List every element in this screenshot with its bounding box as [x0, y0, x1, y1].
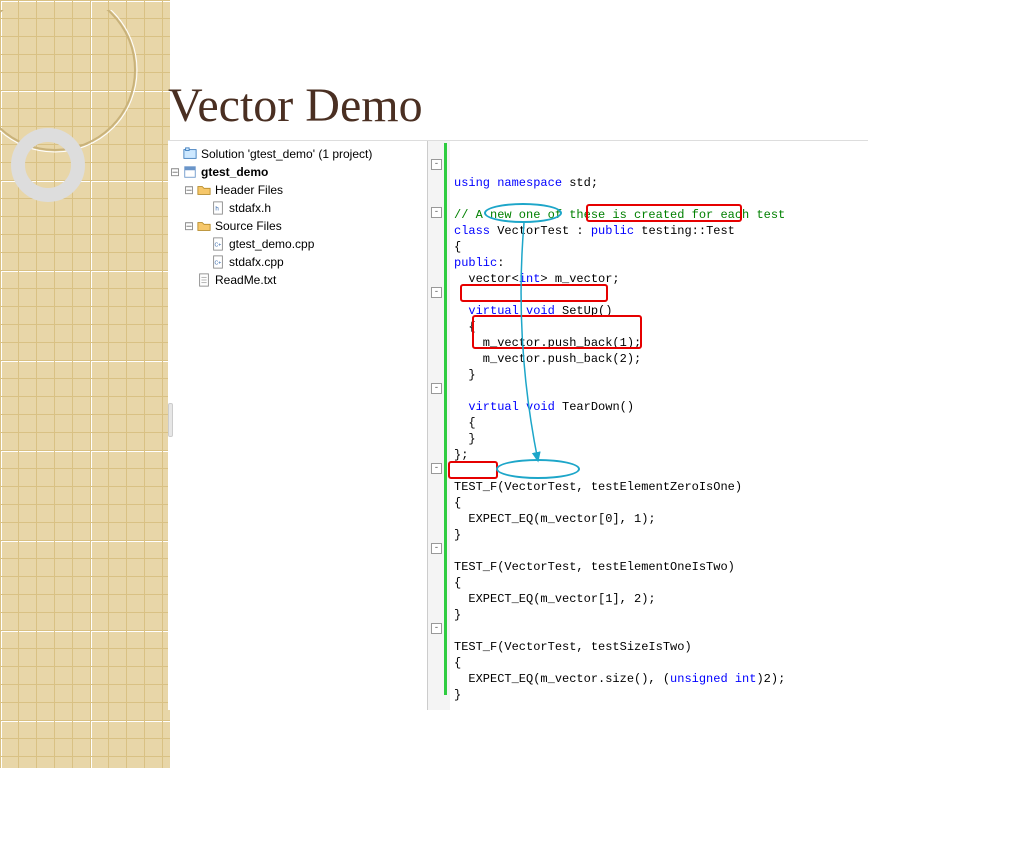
- code-line: TEST_F(VectorTest, testSizeIsTwo): [454, 640, 692, 654]
- code-line: EXPECT_EQ(m_vector.size(), (unsigned int…: [454, 672, 785, 686]
- code-line: EXPECT_EQ(m_vector[1], 2);: [454, 592, 656, 606]
- fold-toggle[interactable]: -: [431, 287, 442, 298]
- file-label: gtest_demo.cpp: [229, 237, 314, 251]
- code-line: EXPECT_EQ(m_vector[0], 1);: [454, 512, 656, 526]
- code-line: TEST_F(VectorTest, testElementOneIsTwo): [454, 560, 735, 574]
- code-line: m_vector.push_back(1);: [454, 336, 641, 350]
- solution-label: Solution 'gtest_demo' (1 project): [201, 147, 372, 161]
- code-line: {: [454, 496, 461, 510]
- code-line: {: [454, 576, 461, 590]
- code-line: };: [454, 448, 468, 462]
- ide-screenshot: Solution 'gtest_demo' (1 project) ⊟ gtes…: [168, 140, 868, 710]
- solution-tree[interactable]: Solution 'gtest_demo' (1 project) ⊟ gtes…: [168, 145, 425, 289]
- fold-toggle[interactable]: -: [431, 623, 442, 634]
- code-line: virtual void SetUp(): [454, 304, 612, 318]
- svg-text:h: h: [215, 206, 218, 213]
- code-line: [454, 288, 461, 302]
- code-editor[interactable]: - - - - - - - using namespace std; // A …: [428, 141, 868, 710]
- splitter-handle[interactable]: [168, 403, 173, 437]
- fold-toggle[interactable]: -: [431, 207, 442, 218]
- folder-header-files[interactable]: ⊟ Header Files: [168, 181, 425, 199]
- code-line: [454, 192, 461, 206]
- code-line: {: [454, 240, 461, 254]
- svg-text:C+: C+: [215, 243, 222, 249]
- fold-toggle[interactable]: -: [431, 159, 442, 170]
- folder-icon: [196, 182, 212, 198]
- cpp-file-icon: C+: [210, 254, 226, 270]
- code-line: {: [454, 656, 461, 670]
- cpp-file-icon: C+: [210, 236, 226, 252]
- slide-title: Vector Demo: [168, 78, 423, 133]
- file-label: ReadMe.txt: [215, 273, 276, 287]
- code-line: public:: [454, 256, 504, 270]
- header-file-icon: h: [210, 200, 226, 216]
- code-line: }: [454, 528, 461, 542]
- code-line: [454, 624, 461, 638]
- code-line: [454, 544, 461, 558]
- annotation-oval-vectortest-usage: [496, 459, 580, 479]
- code-line: }: [454, 432, 476, 446]
- editor-gutter: - - - - - - -: [428, 141, 450, 710]
- code-line: [454, 384, 461, 398]
- project-node[interactable]: ⊟ gtest_demo: [168, 163, 425, 181]
- code-line: TEST_F(VectorTest, testElementZeroIsOne): [454, 480, 742, 494]
- folder-label: Header Files: [215, 183, 283, 197]
- code-line: }: [454, 368, 476, 382]
- project-label: gtest_demo: [201, 165, 268, 179]
- folder-source-files[interactable]: ⊟ Source Files: [168, 217, 425, 235]
- file-gtest-demo-cpp[interactable]: C+ gtest_demo.cpp: [168, 235, 425, 253]
- code-line: virtual void TearDown(): [454, 400, 634, 414]
- code-line: m_vector.push_back(2);: [454, 352, 641, 366]
- slide-decorative-circles: [0, 10, 170, 230]
- svg-text:C+: C+: [215, 261, 222, 267]
- file-readme[interactable]: ReadMe.txt: [168, 271, 425, 289]
- code-line: class VectorTest : public testing::Test: [454, 224, 735, 238]
- solution-root[interactable]: Solution 'gtest_demo' (1 project): [168, 145, 425, 163]
- file-label: stdafx.h: [229, 201, 271, 215]
- annotation-box-setup-decl: [460, 284, 608, 302]
- code-line: [454, 160, 461, 174]
- text-file-icon: [196, 272, 212, 288]
- folder-icon: [196, 218, 212, 234]
- solution-icon: [182, 146, 198, 162]
- fold-toggle[interactable]: -: [431, 463, 442, 474]
- code-area[interactable]: using namespace std; // A new one of the…: [450, 141, 868, 710]
- code-line: using namespace std;: [454, 176, 598, 190]
- code-line: {: [454, 416, 476, 430]
- code-line: }: [454, 608, 461, 622]
- file-stdafx-cpp[interactable]: C+ stdafx.cpp: [168, 253, 425, 271]
- folder-label: Source Files: [215, 219, 282, 233]
- project-icon: [182, 164, 198, 180]
- file-stdafx-h[interactable]: h stdafx.h: [168, 199, 425, 217]
- code-line: // A new one of these is created for eac…: [454, 208, 785, 222]
- fold-toggle[interactable]: -: [431, 383, 442, 394]
- code-line: }: [454, 688, 461, 702]
- code-line: [454, 464, 461, 478]
- file-label: stdafx.cpp: [229, 255, 284, 269]
- solution-explorer: Solution 'gtest_demo' (1 project) ⊟ gtes…: [168, 141, 428, 710]
- code-line: vector<int> m_vector;: [454, 272, 620, 286]
- code-line: {: [454, 320, 476, 334]
- fold-toggle[interactable]: -: [431, 543, 442, 554]
